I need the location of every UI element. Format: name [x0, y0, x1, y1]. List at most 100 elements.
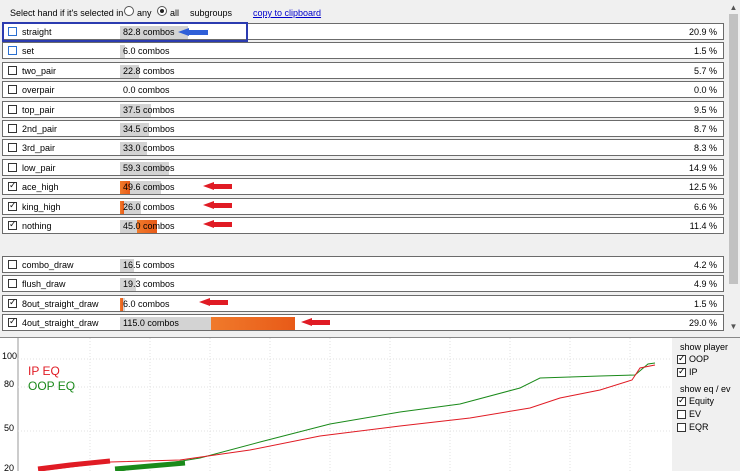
any-radio[interactable]: [124, 6, 134, 16]
row-percent: 1.5 %: [693, 46, 717, 57]
red-arrow-icon: [203, 201, 232, 210]
ip-option-label: IP: [689, 367, 698, 377]
selected-combo-fill: [211, 317, 295, 331]
row-name: 8out_straight_draw: [22, 298, 99, 309]
hand-row-8out-straight-draw[interactable]: 8out_straight_draw 6.0 combos 1.5 %: [2, 294, 724, 312]
row-name: overpair: [22, 85, 55, 96]
row-combos: 6.0 combos: [123, 298, 170, 309]
ip-equity-line: [39, 364, 656, 471]
eqr-checkbox[interactable]: [677, 423, 686, 433]
row-checkbox[interactable]: [8, 297, 17, 309]
row-name: king_high: [22, 201, 61, 212]
y-tick-50: 50: [4, 423, 14, 433]
hand-row-ace-high[interactable]: ace_high 49.6 combos 12.5 %: [2, 178, 724, 196]
row-checkbox[interactable]: [8, 162, 17, 172]
ip-option[interactable]: IP: [677, 366, 698, 378]
all-radio[interactable]: [157, 6, 167, 16]
row-name: ace_high: [22, 182, 59, 193]
equity-option-label: Equity: [689, 396, 715, 406]
row-combos: 59.3 combos: [123, 162, 175, 173]
row-combos: 33.0 combos: [123, 143, 175, 154]
hand-row-king-high[interactable]: king_high 26.0 combos 6.6 %: [2, 197, 724, 215]
row-combos: 115.0 combos: [123, 318, 179, 329]
hand-row-low-pair[interactable]: low_pair 59.3 combos 14.9 %: [2, 158, 724, 176]
row-checkbox[interactable]: [8, 104, 17, 114]
y-tick-80: 80: [4, 379, 14, 389]
hand-row-nothing[interactable]: nothing 45.0 combos 11.4 %: [2, 217, 724, 234]
show-player-label: show player: [680, 342, 729, 352]
ev-checkbox[interactable]: [677, 410, 686, 420]
oop-option[interactable]: OOP: [677, 353, 710, 365]
row-combos: 6.0 combos: [123, 46, 170, 57]
equity-option[interactable]: Equity: [677, 395, 715, 407]
row-percent: 11.4 %: [689, 221, 717, 231]
row-checkbox[interactable]: [8, 200, 17, 212]
row-name: set: [22, 46, 35, 57]
row-combos: 0.0 combos: [123, 85, 170, 96]
hand-row-overpair[interactable]: overpair 0.0 combos 0.0 %: [2, 81, 724, 99]
red-arrow-icon: [199, 298, 228, 307]
ev-option-label: EV: [689, 409, 702, 419]
subgroups-label: subgroups: [190, 8, 233, 18]
any-radio-label[interactable]: any: [137, 8, 152, 18]
chart-options-panel: show player OOP IP show eq / ev Equity E…: [672, 337, 740, 471]
scrollbar-thumb[interactable]: [729, 14, 738, 284]
row-percent: 14.9 %: [688, 162, 717, 173]
copy-to-clipboard-link[interactable]: copy to clipboard: [253, 8, 321, 18]
hand-row-4out-straight-draw[interactable]: 4out_straight_draw 115.0 combos 29.0 %: [2, 314, 724, 332]
row-checkbox[interactable]: [8, 46, 17, 56]
row-percent: 9.5 %: [693, 104, 717, 115]
row-percent: 8.3 %: [693, 143, 717, 154]
row-percent: 4.9 %: [693, 279, 717, 290]
oop-equity-line: [119, 362, 656, 471]
hand-row-2nd-pair[interactable]: 2nd_pair 34.5 combos 8.7 %: [2, 120, 724, 137]
row-name: low_pair: [22, 162, 56, 173]
row-name: two_pair: [22, 65, 57, 76]
oop-option-label: OOP: [689, 354, 710, 364]
ip-eq-legend: IP EQ: [28, 364, 60, 378]
row-checkbox[interactable]: [8, 279, 17, 289]
oop-eq-legend: OOP EQ: [28, 379, 76, 393]
scroll-up-icon[interactable]: ▲: [727, 1, 740, 14]
row-percent: 8.7 %: [693, 124, 717, 134]
equity-chart: 100 80 50 20 IP EQ OOP EQ: [0, 337, 672, 471]
row-name: 2nd_pair: [22, 124, 58, 134]
filter-toolbar: Select hand if it's selected in any all …: [0, 0, 740, 22]
ip-checkbox[interactable]: [677, 366, 686, 378]
row-checkbox[interactable]: [8, 180, 17, 192]
y-tick-100: 100: [2, 351, 17, 361]
row-checkbox[interactable]: [8, 260, 17, 269]
scroll-down-icon[interactable]: ▼: [727, 320, 740, 333]
row-checkbox[interactable]: [8, 85, 17, 95]
equity-chart-svg: 100 80 50 20: [2, 338, 672, 471]
all-radio-label[interactable]: all: [170, 8, 179, 18]
equity-checkbox[interactable]: [677, 395, 686, 407]
row-checkbox[interactable]: [8, 65, 17, 75]
hand-row-flush-draw[interactable]: flush_draw 19.3 combos 4.9 %: [2, 275, 724, 293]
row-checkbox[interactable]: [8, 316, 17, 328]
eqr-option[interactable]: EQR: [677, 422, 709, 433]
red-arrow-icon: [301, 318, 330, 327]
row-combos: 22.8 combos: [123, 65, 175, 76]
row-name: flush_draw: [22, 279, 66, 290]
oop-checkbox[interactable]: [677, 353, 686, 365]
vertical-scrollbar[interactable]: ▲ ▼: [727, 0, 740, 334]
row-checkbox[interactable]: [8, 219, 17, 231]
row-name: nothing: [22, 221, 52, 231]
row-percent: 5.7 %: [693, 65, 717, 76]
row-name: 4out_straight_draw: [22, 318, 99, 329]
row-combos: 19.3 combos: [123, 279, 175, 290]
hand-row-combo-draw[interactable]: combo_draw 16.5 combos 4.2 %: [2, 256, 724, 273]
row-checkbox[interactable]: [8, 143, 17, 153]
hand-row-3rd-pair[interactable]: 3rd_pair 33.0 combos 8.3 %: [2, 139, 724, 157]
hand-row-top-pair[interactable]: top_pair 37.5 combos 9.5 %: [2, 100, 724, 118]
row-percent: 12.5 %: [688, 182, 717, 193]
select-hand-label: Select hand if it's selected in: [10, 8, 124, 18]
ev-option[interactable]: EV: [677, 409, 702, 420]
row-checkbox[interactable]: [8, 124, 17, 133]
row-percent: 0.0 %: [693, 85, 717, 96]
row-combos: 45.0 combos: [123, 221, 175, 231]
hand-row-two-pair[interactable]: two_pair 22.8 combos 5.7 %: [2, 61, 724, 79]
hand-row-set[interactable]: set 6.0 combos 1.5 %: [2, 42, 724, 60]
eqr-option-label: EQR: [689, 422, 709, 432]
